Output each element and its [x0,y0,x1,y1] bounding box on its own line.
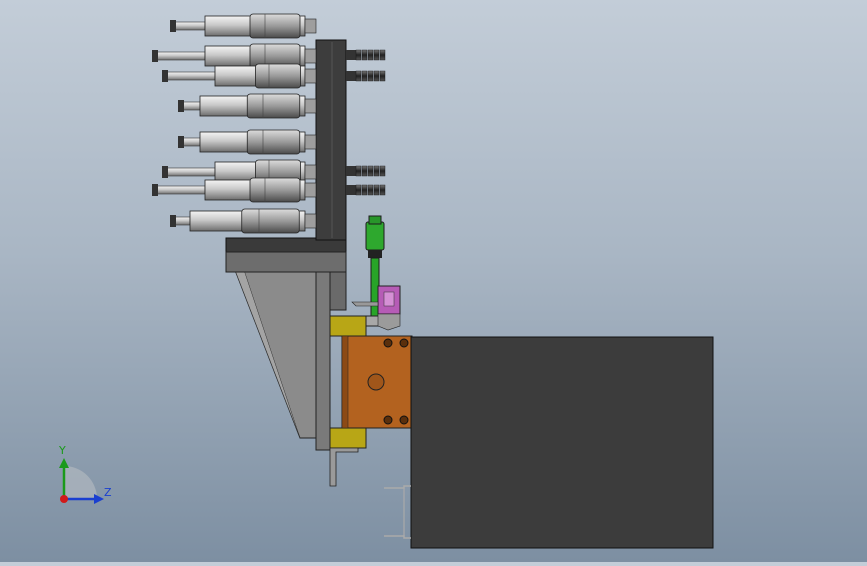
pneumatic-cylinder[interactable] [178,93,317,119]
brown-motor-block[interactable] [341,335,413,429]
fitting [346,70,386,82]
cylinder-stack [152,13,317,234]
pneumatic-fittings [346,49,386,196]
pneumatic-cylinder[interactable] [162,63,317,89]
fitting [346,49,386,61]
pneumatic-cylinder[interactable] [170,13,317,39]
cad-viewport[interactable]: Y Z [0,0,867,562]
z-axis-label: Z [104,486,112,499]
pneumatic-cylinder[interactable] [178,129,317,155]
y-axis-label: Y [58,444,66,457]
support-gusset[interactable] [227,251,317,439]
fitting [346,165,386,177]
electrical-enclosure[interactable] [384,336,714,549]
mounting-shelf[interactable] [225,237,347,273]
fitting [346,184,386,196]
model-scene[interactable]: Y Z [0,0,867,562]
pneumatic-cylinder[interactable] [170,208,317,234]
coordinate-triad: Y Z [58,444,112,504]
valve-manifold[interactable] [315,39,347,241]
pneumatic-cylinder[interactable] [152,177,317,203]
